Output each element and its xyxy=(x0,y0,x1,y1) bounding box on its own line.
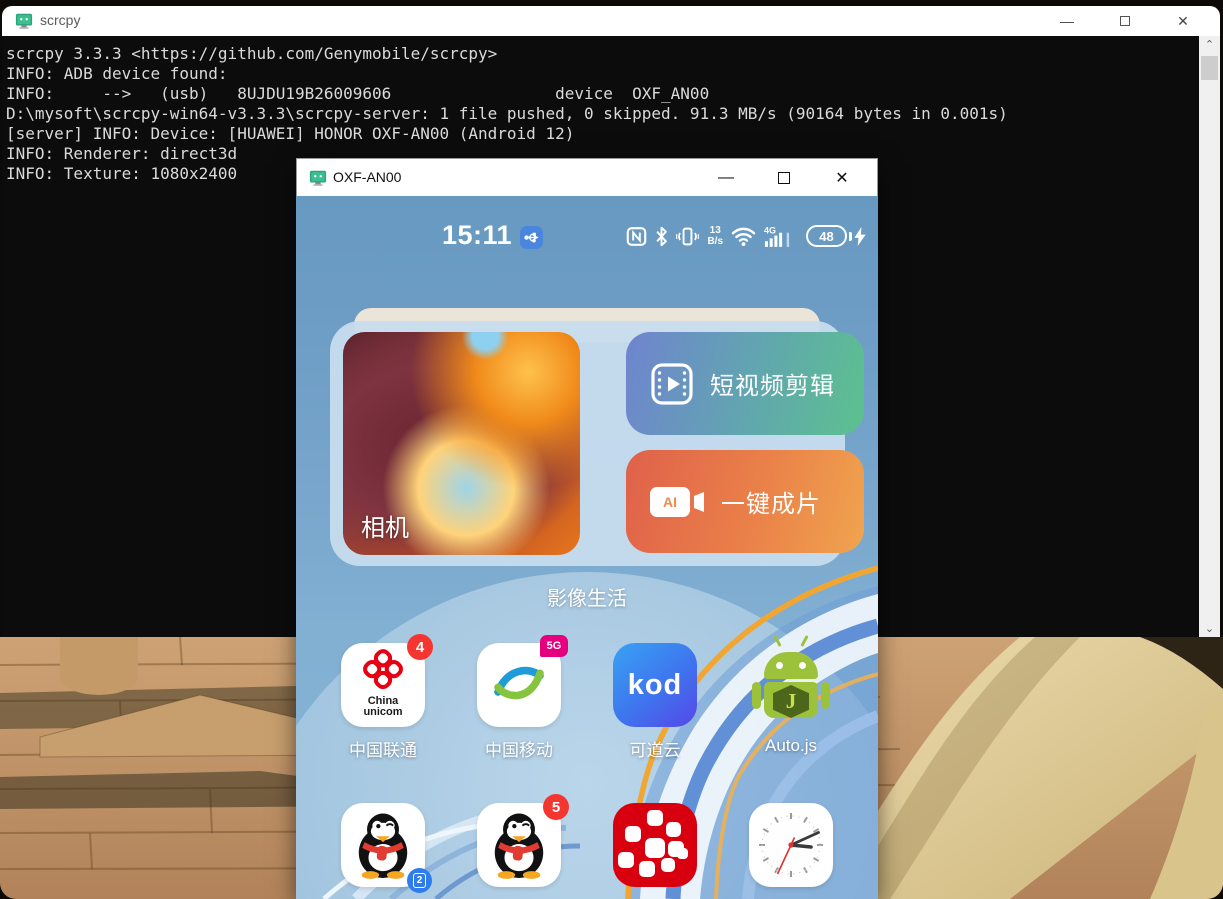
autojs-robot-icon: J xyxy=(749,643,833,727)
network-speed-unit: B/s xyxy=(707,236,723,247)
app-qq[interactable]: 5 xyxy=(451,803,587,887)
qq-penguin-icon xyxy=(488,811,550,879)
phone-window-titlebar[interactable]: OXF-AN00 — ✕ xyxy=(296,158,878,196)
5g-badge: 5G xyxy=(540,635,568,657)
notification-badge: 5 xyxy=(543,794,569,820)
app-china-mobile[interactable]: 5G 中国移动 xyxy=(451,643,587,761)
china-mobile-logo-icon xyxy=(491,657,547,713)
kod-wordmark: kod xyxy=(628,669,683,702)
app-qq-clone[interactable]: 2 xyxy=(315,803,451,887)
battery-level: 48 xyxy=(806,225,847,247)
widget-group-label: 影像生活 xyxy=(296,582,878,611)
network-type-label: 4G xyxy=(764,225,776,235)
ai-icon-text: AI xyxy=(650,487,690,517)
terminal-line: INFO: ADB device found: xyxy=(6,64,1199,84)
status-bar-indicators: 13 B/s 4G 48 xyxy=(626,222,866,250)
status-bar-clock: 15:11 xyxy=(442,220,512,251)
short-video-edit-button[interactable]: 短视频剪辑 xyxy=(626,332,864,435)
app-label: Auto.js xyxy=(723,736,859,756)
analog-clock-icon xyxy=(749,803,833,887)
phone-window-title: OXF-AN00 xyxy=(333,169,401,185)
terminal-line: D:\mysoft\scrcpy-win64-v3.3.3\scrcpy-ser… xyxy=(6,104,1199,124)
terminal-title: scrcpy xyxy=(40,12,80,28)
phone-maximize-button[interactable] xyxy=(755,159,813,197)
app-china-unicom[interactable]: China unicom 4 中国联通 xyxy=(315,643,451,761)
scrollbar-up-icon[interactable]: ⌃ xyxy=(1199,36,1220,53)
network-speed-value: 13 xyxy=(707,225,723,236)
bluetooth-icon xyxy=(655,226,668,247)
wifi-icon xyxy=(731,226,756,247)
vibrate-icon xyxy=(676,226,699,247)
terminal-minimize-button[interactable]: — xyxy=(1038,6,1096,36)
china-unicom-wordmark: China unicom xyxy=(341,696,425,718)
phone-close-button[interactable]: ✕ xyxy=(813,159,871,197)
terminal-scrollbar[interactable]: ⌃ ⌄ xyxy=(1199,36,1220,637)
scrollbar-thumb[interactable] xyxy=(1201,56,1218,80)
notification-badge: 4 xyxy=(407,634,433,660)
terminal-maximize-button[interactable] xyxy=(1096,6,1154,36)
nfc-icon xyxy=(626,226,647,247)
android-device-icon xyxy=(309,169,327,187)
camera-widget[interactable]: 相机 xyxy=(343,332,580,555)
image-life-widget-card: 相机 短视频剪辑 AI xyxy=(330,321,845,566)
phone-mirror-window: OXF-AN00 — ✕ 15:11 xyxy=(296,158,878,899)
terminal-line: [server] INFO: Device: [HUAWEI] HONOR OX… xyxy=(6,124,1199,144)
charging-bolt-icon xyxy=(854,227,866,246)
app-clock[interactable] xyxy=(723,803,859,887)
qq-penguin-icon xyxy=(352,811,414,879)
network-speed-indicator: 13 B/s xyxy=(707,225,723,247)
terminal-line: scrcpy 3.3.3 <https://github.com/Genymob… xyxy=(6,44,1199,64)
film-play-icon xyxy=(650,362,694,406)
screen: scrcpy — ✕ scrcpy 3.3.3 <https://github.… xyxy=(0,0,1223,899)
battery-nub xyxy=(849,232,852,241)
one-click-film-label: 一键成片 xyxy=(721,484,821,519)
phone-screen: 15:11 xyxy=(296,196,878,899)
app-red-grid[interactable] xyxy=(587,803,723,887)
battery-indicator: 48 xyxy=(806,225,866,247)
app-label: 中国联通 xyxy=(315,736,451,761)
terminal-titlebar[interactable]: scrcpy — ✕ xyxy=(2,6,1220,36)
red-grid-tiles-icon xyxy=(613,803,697,887)
scrollbar-down-icon[interactable]: ⌄ xyxy=(1199,620,1220,637)
usb-connection-icon xyxy=(520,226,543,249)
app-kodcloud[interactable]: kod 可道云 xyxy=(587,643,723,761)
short-video-edit-label: 短视频剪辑 xyxy=(710,366,835,401)
terminal-close-button[interactable]: ✕ xyxy=(1154,6,1212,36)
camera-widget-label: 相机 xyxy=(361,508,409,543)
china-unicom-logo-icon xyxy=(360,649,406,695)
one-click-film-button[interactable]: AI 一键成片 xyxy=(626,450,864,553)
cellular-signal-icon: 4G xyxy=(764,225,798,248)
app-autojs[interactable]: J Auto.js xyxy=(723,643,859,756)
app-label: 中国移动 xyxy=(451,736,587,761)
app-label: 可道云 xyxy=(587,736,723,761)
phone-minimize-button[interactable]: — xyxy=(697,159,755,197)
scrcpy-app-icon xyxy=(15,12,33,30)
clone-app-badge: 2 xyxy=(407,868,432,893)
terminal-line: INFO: --> (usb) 8UJDU19B26009606 device … xyxy=(6,84,1199,104)
ai-camera-icon: AI xyxy=(650,487,705,517)
